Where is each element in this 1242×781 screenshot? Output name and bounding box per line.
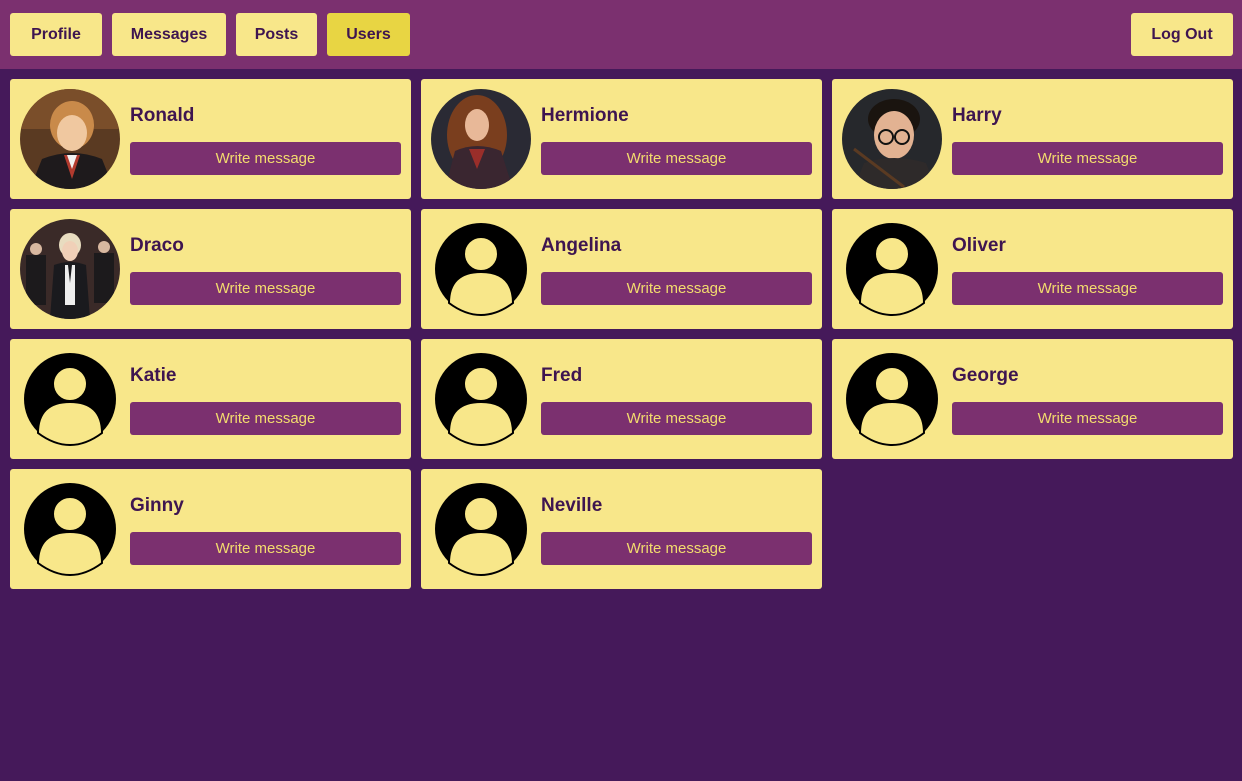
user-card-angelina: Angelina Write message xyxy=(421,209,822,329)
write-message-button[interactable]: Write message xyxy=(130,402,401,435)
user-avatar-photo xyxy=(20,89,120,189)
default-user-icon xyxy=(20,479,120,579)
write-message-button[interactable]: Write message xyxy=(541,532,812,565)
user-name: George xyxy=(952,365,1019,386)
write-message-button[interactable]: Write message xyxy=(952,402,1223,435)
user-card-katie: Katie Write message xyxy=(10,339,411,459)
tab-messages[interactable]: Messages xyxy=(112,13,226,56)
write-message-button[interactable]: Write message xyxy=(130,272,401,305)
write-message-button[interactable]: Write message xyxy=(541,402,812,435)
write-message-button[interactable]: Write message xyxy=(952,272,1223,305)
user-card-george: George Write message xyxy=(832,339,1233,459)
user-name: Draco xyxy=(130,235,184,256)
user-card-oliver: Oliver Write message xyxy=(832,209,1233,329)
user-card-fred: Fred Write message xyxy=(421,339,822,459)
tab-users[interactable]: Users xyxy=(327,13,410,56)
user-card-harry: Harry Write message xyxy=(832,79,1233,199)
user-name: Ginny xyxy=(130,495,184,516)
user-card-ronald: Ronald Write message xyxy=(10,79,411,199)
default-user-icon xyxy=(842,349,942,449)
write-message-button[interactable]: Write message xyxy=(130,532,401,565)
user-name: Ronald xyxy=(130,105,195,126)
logout-button[interactable]: Log Out xyxy=(1131,13,1233,56)
tab-posts[interactable]: Posts xyxy=(236,13,317,56)
default-user-icon xyxy=(431,219,531,319)
user-card-neville: Neville Write message xyxy=(421,469,822,589)
user-name: Angelina xyxy=(541,235,622,256)
user-card-hermione: Hermione Write message xyxy=(421,79,822,199)
user-name: Oliver xyxy=(952,235,1006,256)
default-user-icon xyxy=(431,479,531,579)
user-name: Katie xyxy=(130,365,177,386)
default-user-icon xyxy=(20,349,120,449)
write-message-button[interactable]: Write message xyxy=(541,272,812,305)
user-avatar-photo xyxy=(842,89,942,189)
write-message-button[interactable]: Write message xyxy=(952,142,1223,175)
default-user-icon xyxy=(431,349,531,449)
user-avatar-photo xyxy=(431,89,531,189)
default-user-icon xyxy=(842,219,942,319)
user-avatar-photo xyxy=(20,219,120,319)
write-message-button[interactable]: Write message xyxy=(130,142,401,175)
top-navigation-bar: Profile Messages Posts Users Log Out xyxy=(0,0,1242,69)
user-name: Hermione xyxy=(541,105,629,126)
user-name: Fred xyxy=(541,365,583,386)
user-name: Harry xyxy=(952,105,1002,126)
write-message-button[interactable]: Write message xyxy=(541,142,812,175)
user-name: Neville xyxy=(541,495,603,516)
user-card-ginny: Ginny Write message xyxy=(10,469,411,589)
user-card-draco: Draco Write message xyxy=(10,209,411,329)
tab-profile[interactable]: Profile xyxy=(10,13,102,56)
